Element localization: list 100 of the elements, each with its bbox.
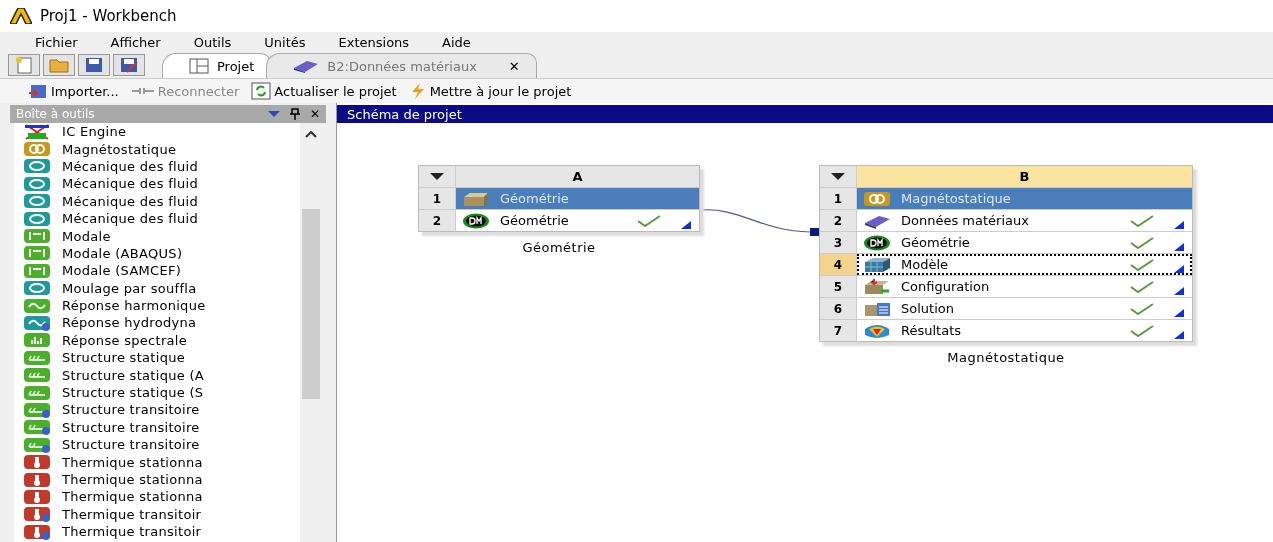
toolbox-item[interactable]: Structure transitoire: [24, 401, 300, 419]
row-number: 4: [820, 254, 857, 275]
toolbox-item[interactable]: Moulage par souffla: [24, 279, 300, 297]
toolbar-button[interactable]: Actualiser le projet: [251, 82, 397, 100]
menu-item[interactable]: Aide: [427, 34, 489, 50]
cell-label: Résultats: [901, 323, 962, 338]
corner-marker-icon[interactable]: [1174, 330, 1184, 339]
row-number: 1: [419, 188, 456, 209]
toolbox-item[interactable]: Thermique transitoir: [24, 505, 300, 523]
fluid-icon: [24, 175, 50, 192]
plug-icon: [130, 85, 155, 97]
toolbox-item[interactable]: Thermique stationna: [24, 488, 300, 506]
save-icon: [84, 56, 104, 74]
corner-marker-icon[interactable]: [1174, 264, 1184, 273]
wave-icon: [24, 297, 50, 314]
cell-label: Géométrie: [500, 191, 570, 206]
system-block[interactable]: A 1 Géométrie 2 Géométrie: [418, 165, 700, 232]
menu-item[interactable]: Afficher: [95, 34, 179, 50]
engine-icon: [24, 123, 50, 140]
cell-label: Données matériaux: [901, 213, 1030, 228]
corner-marker-icon[interactable]: [1174, 220, 1184, 229]
corner-marker-icon[interactable]: [1174, 242, 1184, 251]
cell-label: Modèle: [901, 257, 950, 272]
toolbox-item[interactable]: Mécanique des fluid: [24, 192, 300, 210]
toolbox-item[interactable]: IC Engine: [24, 123, 300, 141]
toolbar-button[interactable]: [8, 54, 40, 76]
menu-item[interactable]: Unités: [249, 34, 324, 50]
system-column-header: A: [456, 166, 699, 187]
corner-marker-icon[interactable]: [1174, 286, 1184, 295]
dropdown-caret-icon[interactable]: [831, 173, 845, 180]
toolbox-item[interactable]: Structure statique: [24, 349, 300, 367]
toolbox-item[interactable]: Structure statique (S: [24, 383, 300, 402]
cell-row[interactable]: Modèle: [857, 254, 1192, 275]
magnet-icon: [863, 190, 891, 207]
toolbox-item[interactable]: Structure statique (A: [24, 366, 300, 384]
row-number: 5: [820, 276, 857, 297]
system-column-header: B: [857, 166, 1192, 187]
dropdown-caret-icon[interactable]: [430, 173, 444, 180]
cell-label: Configuration: [901, 279, 991, 294]
row-number: 7: [820, 320, 857, 341]
toolbox-item[interactable]: Réponse hydrodyna: [24, 314, 300, 332]
row-number: 1: [820, 188, 857, 209]
tab[interactable]: B2:Données matériaux ✕: [266, 53, 537, 78]
results-icon: [863, 322, 891, 339]
fluid-icon: [24, 193, 50, 210]
toolbox-item[interactable]: Modale (ABAQUS): [24, 244, 300, 263]
toolbox-item[interactable]: Thermique stationna: [24, 470, 300, 489]
row-number: 6: [820, 298, 857, 319]
thermometer-clock-icon: [24, 506, 50, 523]
layout-icon: [189, 58, 209, 74]
menu-item[interactable]: Outils: [178, 34, 250, 50]
toolbox-item[interactable]: Mécanique des fluid: [24, 157, 300, 176]
menu-item[interactable]: Extensions: [323, 34, 428, 50]
row-number: 2: [820, 210, 857, 231]
bars-icon: [24, 332, 50, 349]
pin-icon[interactable]: [289, 108, 300, 120]
toolbox-item[interactable]: Modale: [24, 227, 300, 245]
thermometer-icon: [24, 488, 50, 505]
modal-icon: [24, 245, 50, 262]
close-icon[interactable]: ✕: [309, 107, 320, 121]
toolbox-item[interactable]: Réponse harmonique: [24, 296, 300, 315]
close-icon[interactable]: ✕: [508, 58, 520, 74]
thermometer-icon: [24, 454, 50, 471]
tab-label: B2:Données matériaux: [327, 58, 477, 74]
refresh-icon: [251, 82, 272, 100]
corner-marker-icon[interactable]: [1174, 308, 1184, 317]
toolbox-item[interactable]: Mécanique des fluid: [24, 209, 300, 228]
scrollbar-thumb[interactable]: [302, 209, 320, 399]
scroll-up-icon[interactable]: [305, 131, 317, 138]
toolbox-item[interactable]: Magnétostatique: [24, 140, 300, 158]
cell-row[interactable]: Géométrie: [456, 210, 699, 231]
row-number: 3: [820, 232, 857, 253]
folder-icon: [49, 56, 69, 74]
toolbox-item[interactable]: Thermique transitoir: [24, 523, 300, 541]
window-title: Proj1 - Workbench: [40, 7, 177, 25]
beam-clock-icon: [24, 436, 50, 453]
beam-icon: [24, 349, 50, 366]
row-number: 2: [419, 210, 456, 231]
wave-icon: [24, 315, 50, 331]
toolbox-item[interactable]: Thermique stationna: [24, 453, 300, 471]
toolbar-button[interactable]: [113, 54, 145, 76]
tab-label: Projet: [217, 58, 255, 74]
cell-label: Géométrie: [500, 213, 570, 228]
beam-icon: [24, 384, 50, 401]
toolbar-button[interactable]: Mettre à jour le projet: [408, 82, 572, 100]
toolbox-item[interactable]: Structure transitoire: [24, 436, 300, 454]
corner-marker-icon[interactable]: [681, 220, 691, 229]
solution-icon: [863, 300, 891, 317]
system-block[interactable]: B 1 Magnétostatique 2 Données matériaux 3 Géométrie 4 Modèle 5 Configuration 6 Solution 7 Résultats: [819, 165, 1193, 342]
toolbox-item[interactable]: Structure transitoire: [24, 418, 300, 437]
book-icon: [293, 59, 320, 73]
toolbar-button[interactable]: Importer...: [28, 83, 119, 99]
menu-item[interactable]: Fichier: [20, 34, 96, 50]
logo-icon: [10, 8, 32, 24]
toolbox-item[interactable]: Modale (SAMCEF): [24, 262, 300, 280]
toolbox-item[interactable]: Réponse spectrale: [24, 331, 300, 350]
toolbox-item[interactable]: Mécanique des fluid: [24, 175, 300, 193]
toolbar-button[interactable]: [78, 54, 110, 76]
cell-row[interactable]: Résultats: [857, 320, 1192, 341]
modal-icon: [24, 262, 50, 279]
